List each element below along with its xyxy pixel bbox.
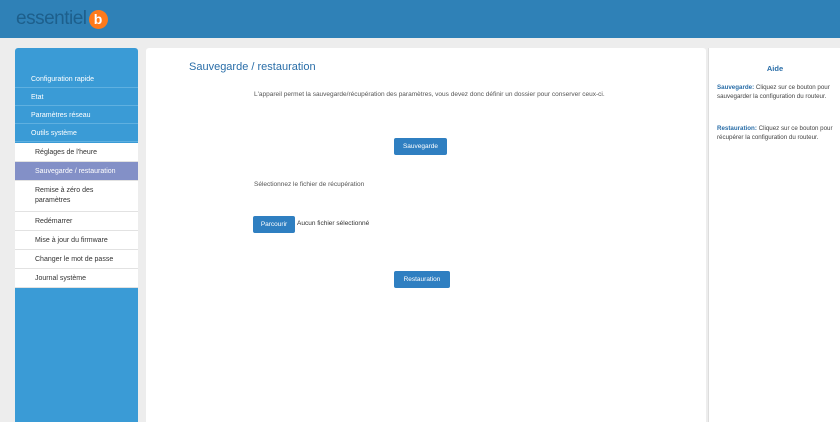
- help-restore-paragraph: Restauration: Cliquez sur ce bouton pour…: [717, 124, 840, 142]
- sidebar-subitem-journal-systeme[interactable]: Journal système: [15, 269, 138, 288]
- sidebar-subitem-sauvegarde-restauration[interactable]: Sauvegarde / restauration: [15, 162, 138, 181]
- help-save-term: Sauvegarde:: [717, 84, 755, 91]
- sidebar: Configuration rapide Etat Paramètres rés…: [15, 48, 138, 422]
- brand-logo[interactable]: essentiel b: [16, 8, 108, 30]
- help-panel: Aide Sauvegarde: Cliquez sur ce bouton p…: [708, 48, 840, 422]
- sidebar-subitem-changer-mot-de-passe[interactable]: Changer le mot de passe: [15, 250, 138, 269]
- save-button[interactable]: Sauvegarde: [394, 138, 447, 155]
- brand-name: essentiel: [16, 8, 87, 29]
- help-save-paragraph: Sauvegarde: Cliquez sur ce bouton pour s…: [717, 83, 840, 101]
- help-title: Aide: [766, 64, 784, 73]
- brand-mark-icon: b: [88, 9, 108, 29]
- page-description: L'appareil permet la sauvegarde/récupéra…: [254, 91, 605, 98]
- help-restore-term: Restauration:: [717, 125, 757, 132]
- restore-button[interactable]: Restauration: [394, 271, 450, 288]
- file-status: Aucun fichier sélectionné: [297, 220, 370, 227]
- sidebar-item-configuration-rapide[interactable]: Configuration rapide: [15, 71, 138, 88]
- sidebar-item-etat[interactable]: Etat: [15, 89, 138, 106]
- restore-file-label: Sélectionnez le fichier de récupération: [254, 181, 365, 188]
- top-bar: essentiel b: [0, 0, 840, 38]
- sidebar-item-parametres-reseau[interactable]: Paramètres réseau: [15, 107, 138, 124]
- sidebar-subitem-mise-a-jour-firmware[interactable]: Mise à jour du firmware: [15, 231, 138, 250]
- sidebar-subitem-remise-a-zero[interactable]: Remise à zéro des paramètres: [15, 181, 138, 212]
- browse-button[interactable]: Parcourir: [253, 216, 295, 233]
- sidebar-subitem-redemarrer[interactable]: Redémarrer: [15, 212, 138, 231]
- sidebar-subitem-reglages-heure[interactable]: Réglages de l'heure: [15, 143, 138, 162]
- sidebar-item-outils-systeme[interactable]: Outils système: [15, 125, 138, 142]
- page-title: Sauvegarde / restauration: [189, 61, 316, 73]
- main-panel: Sauvegarde / restauration L'appareil per…: [146, 48, 706, 422]
